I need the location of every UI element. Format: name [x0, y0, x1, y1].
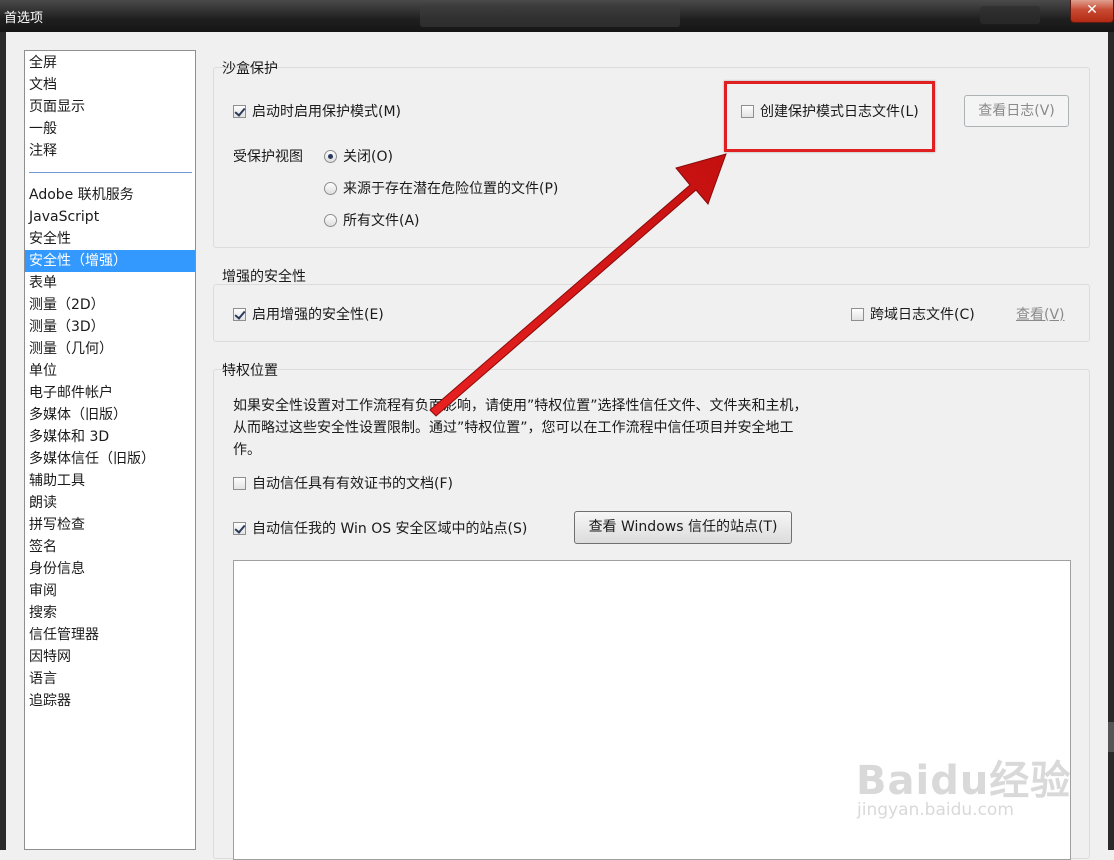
annotation-arrow-shape — [429, 153, 727, 417]
watermark-brand: Baidu经验 — [856, 758, 1072, 804]
annotation-arrow — [429, 153, 727, 417]
watermark-url: jingyan.baidu.com — [857, 800, 1014, 820]
